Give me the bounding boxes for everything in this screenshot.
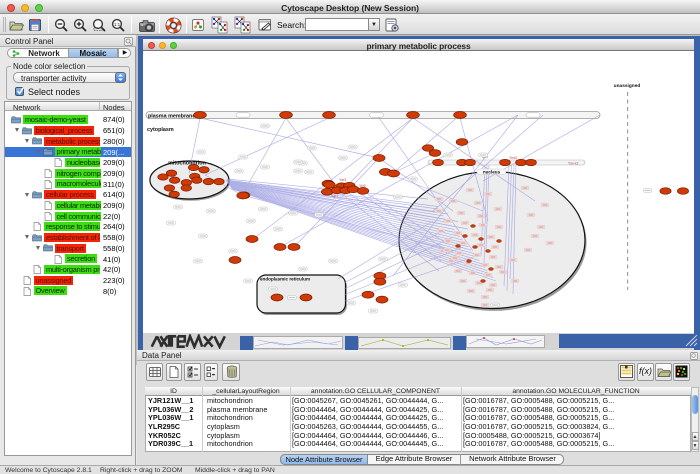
svg-text:cytoplasm: cytoplasm xyxy=(147,127,174,133)
svg-text:Ygr1: Ygr1 xyxy=(331,194,338,198)
svg-text:plasma membrane: plasma membrane xyxy=(148,113,195,119)
svg-text:Ylr44: Ylr44 xyxy=(509,156,517,160)
svg-text:Yxx-x2: Yxx-x2 xyxy=(568,162,578,166)
svg-text:Ydr3: Ydr3 xyxy=(339,178,346,182)
svg-text:1:1: 1:1 xyxy=(114,22,121,27)
svg-text:unassigned: unassigned xyxy=(614,83,641,89)
svg-text:nucleus: nucleus xyxy=(483,170,501,175)
svg-text:endoplasmic reticulum: endoplasmic reticulum xyxy=(260,277,310,282)
svg-text:mitochondrion: mitochondrion xyxy=(168,161,206,167)
